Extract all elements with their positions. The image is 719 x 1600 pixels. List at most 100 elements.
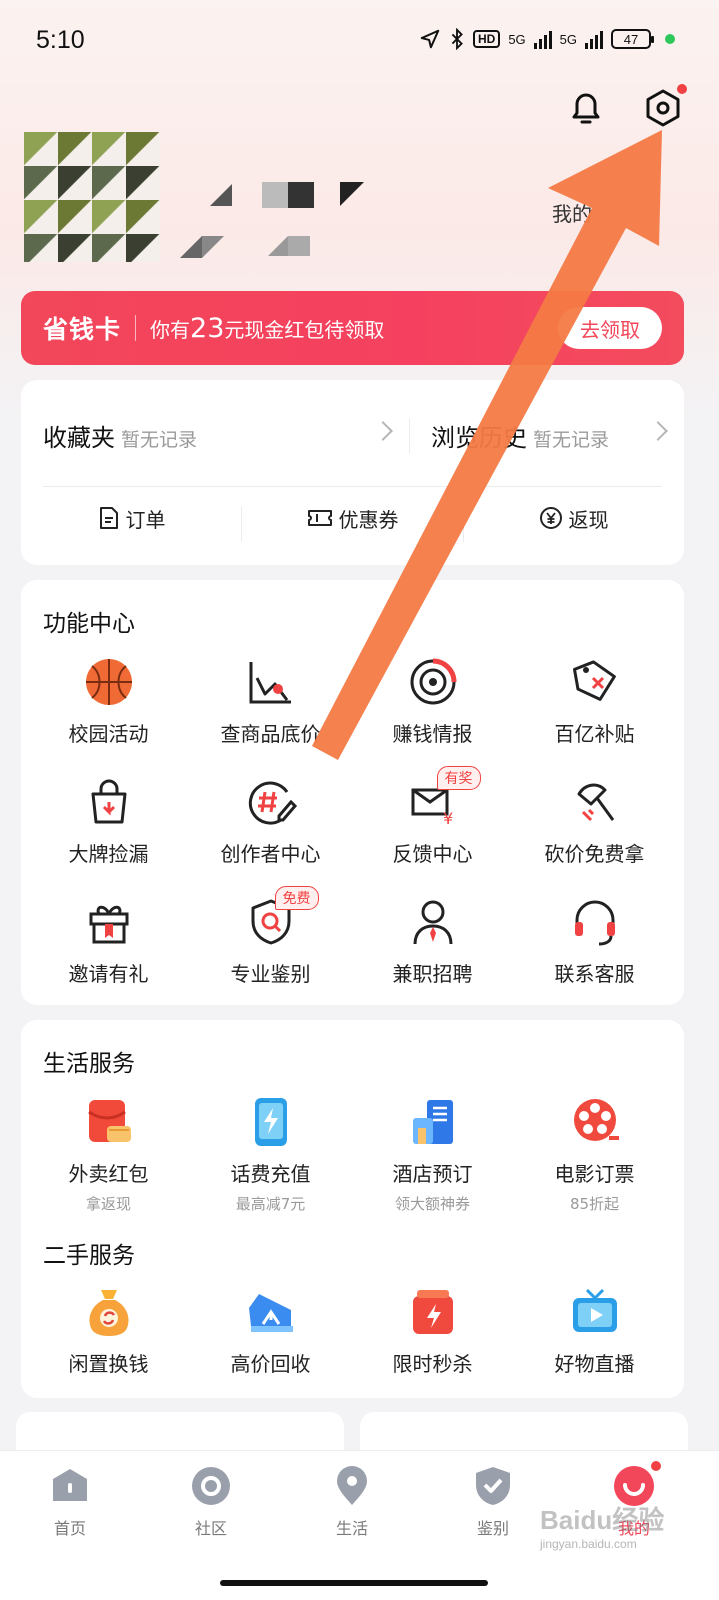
item-label: 话费充值 xyxy=(230,1162,311,1186)
item-label: 创作者中心 xyxy=(220,842,321,866)
document-icon xyxy=(99,507,118,529)
customer-service-item[interactable]: 联系客服 xyxy=(512,896,677,987)
live-stream-item[interactable]: 好物直播 xyxy=(512,1286,677,1377)
hashtag-pen-icon xyxy=(248,781,297,825)
location-icon xyxy=(337,1466,367,1505)
item-label: 校园活动 xyxy=(68,722,149,746)
headset-icon xyxy=(574,900,615,946)
tag-icon xyxy=(572,660,616,701)
function-center-title: 功能中心 xyxy=(43,611,135,637)
item-sub: 85折起 xyxy=(569,1195,620,1213)
cashback-button[interactable]: 返现 xyxy=(463,488,684,548)
savings-card-banner[interactable]: 省钱卡 你有23元现金红包待领取 去领取 xyxy=(21,291,684,365)
item-label: 酒店预订 xyxy=(392,1162,473,1186)
coupons-button[interactable]: 优惠券 xyxy=(242,488,463,548)
tab-label: 生活 xyxy=(335,1519,368,1538)
item-label: 兼职招聘 xyxy=(392,962,473,986)
flash-sale-item[interactable]: 限时秒杀 xyxy=(350,1286,515,1377)
divider xyxy=(241,506,242,542)
coupons-label: 优惠券 xyxy=(338,507,399,532)
recycle-item[interactable]: 高价回收 xyxy=(188,1286,353,1377)
signal-icon xyxy=(533,29,552,49)
tab-home[interactable]: 首页 xyxy=(20,1465,120,1539)
creator-center-item[interactable]: 创作者中心 xyxy=(188,776,353,867)
my-link[interactable]: 我的 xyxy=(552,198,592,227)
item-label: 专业鉴别 xyxy=(230,962,311,986)
settings-notification-dot xyxy=(677,84,687,94)
watermark-url: jingyan.baidu.com xyxy=(540,1537,637,1551)
gift-icon xyxy=(89,905,128,944)
favorites-card: 收藏夹 暂无记录 浏览历史 暂无记录 订单 优惠券 返现 xyxy=(21,380,684,565)
tab-life[interactable]: 生活 xyxy=(302,1465,402,1539)
item-label: 高价回收 xyxy=(230,1352,311,1376)
life-services-card: 生活服务 外卖红包 拿返现 话费充值 最高减7元 酒店预订 领大额神券 电影订票… xyxy=(21,1020,684,1398)
sell-idle-item[interactable]: 闲置换钱 xyxy=(26,1286,191,1377)
favorites-title: 收藏夹 xyxy=(43,424,115,452)
takeout-item[interactable]: 外卖红包 拿返现 xyxy=(26,1096,191,1214)
money-bag-icon xyxy=(89,1290,128,1336)
person-icon xyxy=(413,900,452,945)
hotel-item[interactable]: 酒店预订 领大额神券 xyxy=(350,1096,515,1214)
function-center-card: 功能中心 校园活动 查商品底价 赚钱情报 百亿补贴 大牌捡漏 创作者中心 ¥ 有… xyxy=(21,580,684,1005)
item-label: 大牌捡漏 xyxy=(68,842,149,866)
item-label: 反馈中心 xyxy=(392,842,473,866)
hd-badge: HD xyxy=(472,30,501,48)
orders-button[interactable]: 订单 xyxy=(21,488,242,548)
chart-icon xyxy=(249,662,291,704)
feedback-center-item[interactable]: ¥ 有奖 反馈中心 xyxy=(350,766,515,867)
home-icon xyxy=(53,1469,87,1501)
svg-text:¥: ¥ xyxy=(443,809,453,828)
item-label: 砍价免费拿 xyxy=(544,842,645,866)
takeout-icon xyxy=(87,1100,131,1142)
claim-button[interactable]: 去领取 xyxy=(558,307,662,349)
notification-button[interactable] xyxy=(564,86,608,130)
watermark: Baidu经验 jingyan.baidu.com xyxy=(540,1500,664,1551)
money-info-item[interactable]: 赚钱情报 xyxy=(350,656,515,747)
secondhand-title: 二手服务 xyxy=(43,1243,135,1269)
subsidy-item[interactable]: 百亿补贴 xyxy=(512,656,677,747)
username-pixelated[interactable] xyxy=(180,180,370,260)
item-label: 闲置换钱 xyxy=(68,1352,149,1376)
history-sub: 暂无记录 xyxy=(533,429,610,451)
campus-activity-item[interactable]: 校园活动 xyxy=(26,656,191,747)
bluetooth-icon xyxy=(451,28,463,50)
quick-actions: 订单 优惠券 返现 xyxy=(21,488,684,548)
bargain-item[interactable]: 砍价免费拿 xyxy=(512,776,677,867)
ticket-icon xyxy=(307,510,332,526)
item-label: 百亿补贴 xyxy=(554,722,635,746)
tab-label: 社区 xyxy=(194,1519,227,1538)
movie-tickets-item[interactable]: 电影订票 85折起 xyxy=(512,1096,677,1214)
location-arrow-icon xyxy=(420,29,440,49)
divider xyxy=(409,418,410,454)
item-label: 联系客服 xyxy=(554,962,635,986)
authentication-item[interactable]: 免费 专业鉴别 xyxy=(188,886,353,987)
history-entry[interactable]: 浏览历史 暂无记录 xyxy=(431,418,609,453)
signal-icon xyxy=(585,29,603,49)
promo-title: 省钱卡 xyxy=(43,315,122,344)
favorites-entry[interactable]: 收藏夹 暂无记录 xyxy=(43,418,197,453)
avatar[interactable] xyxy=(24,132,160,262)
home-indicator[interactable] xyxy=(220,1580,488,1586)
yen-circle-icon xyxy=(539,507,562,529)
tab-authenticate[interactable]: 鉴别 xyxy=(443,1465,543,1539)
item-label: 好物直播 xyxy=(554,1352,635,1376)
settings-button[interactable] xyxy=(641,84,687,130)
tab-community[interactable]: 社区 xyxy=(161,1465,261,1539)
community-icon xyxy=(192,1467,230,1505)
network-label-2: 5G xyxy=(559,31,577,47)
part-time-jobs-item[interactable]: 兼职招聘 xyxy=(350,896,515,987)
divider xyxy=(463,506,464,542)
chevron-right-icon xyxy=(648,421,668,441)
invite-item[interactable]: 邀请有礼 xyxy=(26,896,191,987)
price-check-item[interactable]: 查商品底价 xyxy=(188,656,353,747)
tab-label: 鉴别 xyxy=(476,1519,509,1538)
orders-label: 订单 xyxy=(125,507,166,532)
promo-divider xyxy=(135,315,137,341)
target-icon xyxy=(410,658,456,705)
cashback-label: 返现 xyxy=(568,507,609,532)
item-sub: 拿返现 xyxy=(85,1195,131,1213)
divider xyxy=(43,486,662,487)
brand-deals-item[interactable]: 大牌捡漏 xyxy=(26,776,191,867)
phone-charge-item[interactable]: 话费充值 最高减7元 xyxy=(188,1096,353,1214)
reward-badge: 有奖 xyxy=(436,766,481,790)
